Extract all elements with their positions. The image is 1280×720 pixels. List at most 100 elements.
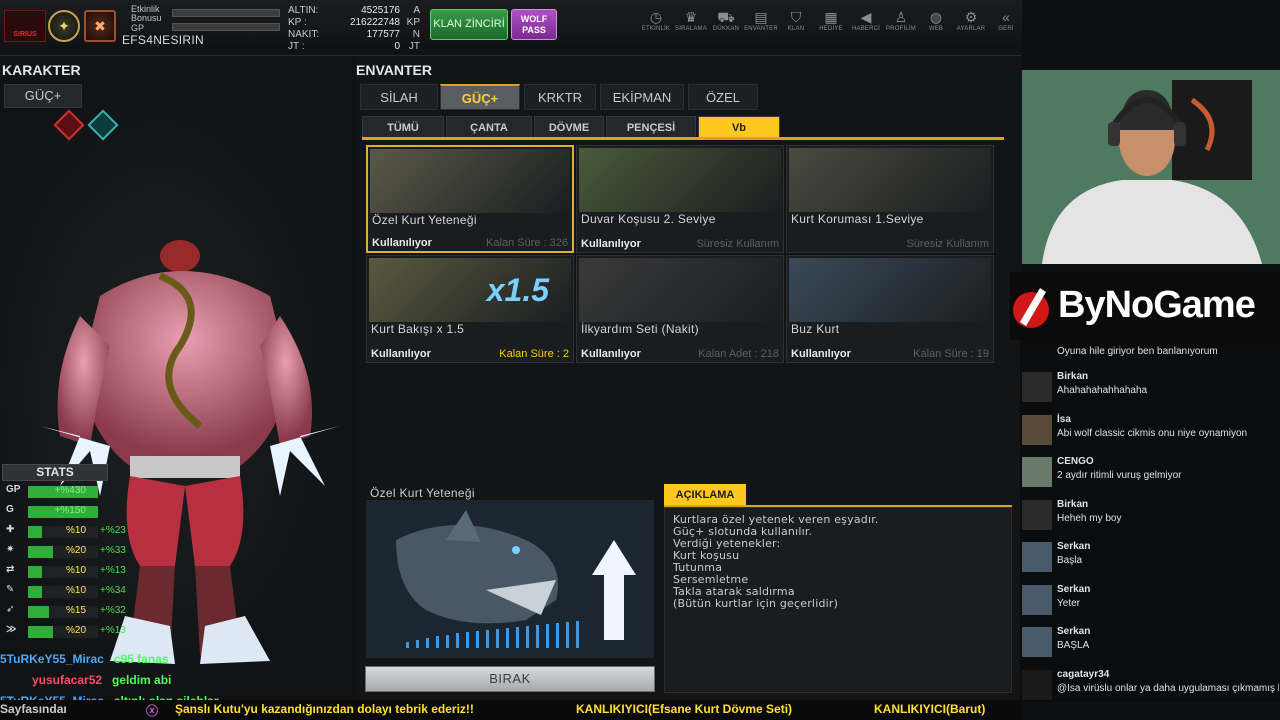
subtab-1[interactable]: ÇANTA [446, 116, 532, 138]
ticker-close-icon[interactable]: ⓧ [146, 702, 158, 719]
item-art: x1.5 [369, 258, 571, 322]
chat-avatar[interactable] [1022, 499, 1052, 530]
stat-bonus: +%34 [100, 585, 126, 596]
subtab-underline [362, 137, 1004, 140]
globe-icon: ◍ [929, 9, 943, 25]
subtab-2[interactable]: DÖVME [534, 116, 604, 138]
tab-4[interactable]: ÖZEL [688, 84, 758, 110]
sponsor-banner: ByNoGame [1010, 272, 1280, 340]
nav-inventory[interactable]: ▤ ENVANTER [743, 8, 779, 42]
wolf-pass-line2: PASS [522, 25, 546, 35]
cart-icon: ⛟ [717, 9, 735, 25]
nav-megaphone[interactable]: ◀ HABERCİ [848, 8, 884, 42]
stats-title: STATS [2, 464, 108, 481]
item-name: İlkyardım Seti (Nakit) [581, 322, 699, 336]
item-name: Kurt Bakışı x 1.5 [371, 322, 465, 336]
megaphone-icon: ◀ [860, 9, 872, 25]
chat-username[interactable]: Birkan [1057, 499, 1088, 510]
nav-profile[interactable]: ♙ PROFİLİM [883, 8, 919, 42]
chat-message: CENGO 2 aydır ritimli vuruş gelmiyor [1020, 453, 1280, 493]
item-status: Kullanılıyor [581, 238, 641, 250]
chat-username[interactable]: CENGO [1057, 456, 1094, 467]
gp-progress-bar [172, 23, 280, 31]
subtab-0[interactable]: TÜMÜ [362, 116, 444, 138]
birak-button[interactable]: BIRAK [365, 666, 655, 692]
chat-top-message: Oyuna hile giriyor ben banlanıyorum [1057, 346, 1218, 357]
stat-icon: ✚ [6, 524, 15, 535]
stat-percent: %20 [65, 625, 86, 636]
game-chat-name[interactable]: 5TuRKeY55_Mirac [0, 652, 104, 666]
clan-badge-icon[interactable]: ✖ [84, 10, 116, 42]
chat-text: @İsa virüslu onlar ya daha uygulaması çı… [1057, 682, 1279, 694]
red-dice-icon[interactable] [53, 109, 85, 141]
stat-row: ✷ %20 +%33 [2, 544, 132, 560]
nav-gift[interactable]: ▦ HEDİYE [813, 8, 849, 42]
nav-globe[interactable]: ◍ WEB [918, 8, 954, 42]
tab-3[interactable]: EKİPMAN [600, 84, 684, 110]
detail-image [366, 500, 654, 658]
ranking-icon: ♛ [684, 9, 698, 25]
nav-cart[interactable]: ⛟ DÜKKAN [708, 8, 744, 42]
aciklama-tab[interactable]: AÇIKLAMA [664, 484, 746, 506]
item-card[interactable]: Kurt Koruması 1.Seviye Süresiz Kullanım [786, 145, 994, 253]
nav-shield[interactable]: ⛉ KLAN [778, 8, 814, 42]
nav-ranking[interactable]: ♛ SIRALAMA [673, 8, 709, 42]
stat-row: ✎ %10 +%34 [2, 584, 132, 600]
nav-back[interactable]: «GERİ [988, 8, 1024, 42]
wolf-pass-button[interactable]: WOLF PASS [511, 9, 557, 40]
chat-text: Başla [1057, 555, 1083, 566]
chat-avatar[interactable] [1022, 627, 1052, 657]
teal-dice-icon[interactable] [87, 109, 119, 141]
nav-clock[interactable]: ◷ ETKİNLİK [638, 8, 674, 42]
chat-avatar[interactable] [1022, 669, 1052, 700]
item-card[interactable]: x1.5 Kurt Bakışı x 1.5 Kullanılıyor Kalan S… [366, 255, 574, 363]
inventory-icon: ▤ [754, 9, 768, 25]
chat-username[interactable]: Serkan [1057, 584, 1090, 595]
tab-0[interactable]: SİLAH [360, 84, 438, 110]
nav-gear[interactable]: ⚙ AYARLAR [953, 8, 989, 42]
webcam-feed [1022, 70, 1280, 264]
nav-label: DÜKKAN [712, 26, 740, 32]
stat-bonus: +%32 [100, 605, 126, 616]
chat-username[interactable]: Birkan [1057, 371, 1088, 382]
chat-username[interactable]: İsa [1057, 414, 1071, 425]
chat-message: Serkan BAŞLA [1020, 623, 1280, 663]
subtab-3[interactable]: PENÇESİ [606, 116, 696, 138]
item-card[interactable]: Özel Kurt Yeteneği Kullanılıyor Kalan Süre… [366, 145, 574, 253]
tab-1[interactable]: GÜÇ+ [440, 84, 520, 110]
chat-text: Heheh my boy [1057, 512, 1122, 524]
rank-badge-icon[interactable]: ✦ [48, 10, 80, 42]
item-card[interactable]: İlkyardım Seti (Nakit) Kullanılıyor Kalan … [576, 255, 784, 363]
chat-message: cagatayr34 @İsa virüslu onlar ya daha uyg… [1020, 666, 1280, 706]
chat-avatar[interactable] [1022, 542, 1052, 572]
item-card[interactable]: Buz Kurt Kullanılıyor Kalan Süre : 19 [786, 255, 994, 363]
stat-row: GP +%430 [2, 484, 132, 500]
currency-nakit: NAKIT: 177577 N [288, 29, 420, 40]
chat-username[interactable]: Serkan [1057, 626, 1090, 637]
chat-avatar[interactable] [1022, 457, 1052, 487]
chat-avatar[interactable] [1022, 372, 1052, 402]
item-grid: Özel Kurt Yeteneği Kullanılıyor Kalan Süre… [362, 142, 1004, 366]
tab-2[interactable]: KRKTR [524, 84, 596, 110]
stat-icon: GP [6, 484, 21, 495]
klan-zinciri-button[interactable]: KLAN ZİNCİRİ [430, 9, 508, 40]
stream-chat: Oyuna hile giriyor ben banlanıyorum Birk… [1020, 340, 1280, 702]
chat-message: Birkan Ahahahahahhahaha [1020, 368, 1280, 408]
guc-plus-tab[interactable]: GÜÇ+ [4, 84, 82, 108]
stat-row: ≫ %20 +%13 [2, 624, 132, 640]
chat-username[interactable]: Serkan [1057, 541, 1090, 552]
game-chat-msg: c95 fanas [113, 652, 169, 666]
ticker-msg1: Şanslı Kutu'yu kazandığınızdan dolayı te… [175, 702, 474, 716]
inventory-panel: ENVANTER SİLAH GÜÇ+ KRKTR EKİPMAN ÖZEL TÜMÜ Ç… [356, 56, 1022, 700]
game-chat-name[interactable]: yusufacar52 [32, 673, 102, 687]
chat-username[interactable]: cagatayr34 [1057, 669, 1109, 680]
clock-icon: ◷ [649, 9, 663, 25]
wolf-ability-art [366, 500, 654, 658]
currency-altin: ALTIN: 4525176 A [288, 5, 420, 16]
subtab-4[interactable]: Vb [698, 116, 780, 138]
item-card[interactable]: Duvar Koşusu 2. Seviye Kullanılıyor Süresi… [576, 145, 784, 253]
chat-avatar[interactable] [1022, 414, 1052, 445]
nav-label: WEB [928, 26, 944, 32]
chat-avatar[interactable] [1022, 584, 1052, 615]
chat-text: 2 aydır ritimli vuruş gelmiyor [1057, 470, 1182, 481]
